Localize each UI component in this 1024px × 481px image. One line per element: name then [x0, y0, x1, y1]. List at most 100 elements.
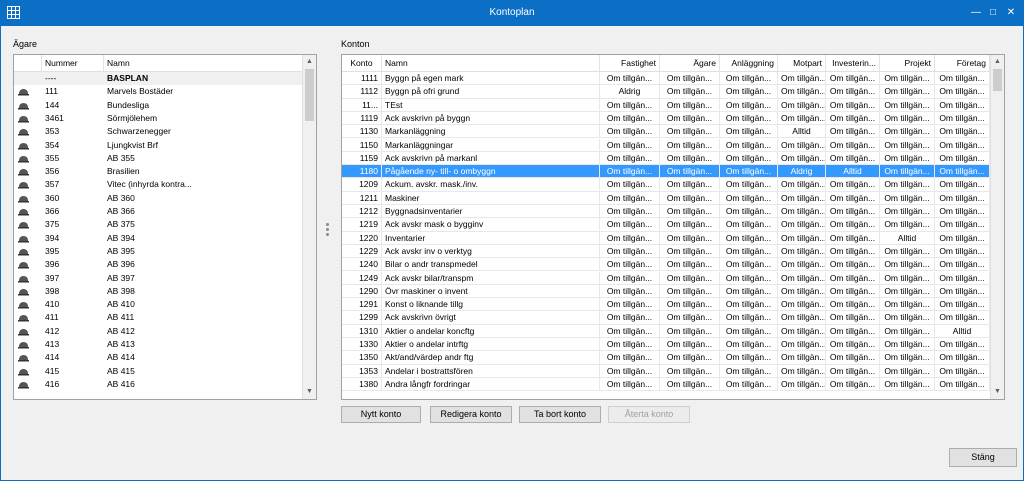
owner-row[interactable]: 398 AB 398 — [14, 285, 302, 298]
account-agare-value[interactable]: Om tillgän... — [660, 138, 720, 152]
maximize-button[interactable]: □ — [986, 6, 1000, 20]
account-anlaggning-value[interactable]: Om tillgän... — [720, 258, 778, 272]
account-motpart-value[interactable]: Om tillgän... — [778, 364, 826, 378]
account-row[interactable]: 1119 Ack avskrivn på byggn Om tillgän... Om… — [342, 111, 990, 126]
owner-row[interactable]: 411 AB 411 — [14, 311, 302, 324]
account-motpart-value[interactable]: Om tillgän... — [778, 284, 826, 299]
account-projekt-value[interactable]: Om tillgän... — [880, 85, 935, 99]
account-motpart-value[interactable]: Om tillgän... — [778, 138, 826, 152]
account-motpart-value[interactable]: Om tillgän... — [778, 271, 826, 285]
account-fastighet-value[interactable]: Om tillgän... — [600, 72, 660, 86]
account-foretag-value[interactable]: Om tillgän... — [935, 111, 990, 126]
owner-row[interactable]: 356 Brasilien — [14, 165, 302, 178]
account-foretag-value[interactable]: Om tillgän... — [935, 231, 990, 245]
owner-row[interactable]: 360 AB 360 — [14, 192, 302, 205]
owner-row[interactable]: 144 Bundesliga — [14, 99, 302, 112]
account-anlaggning-value[interactable]: Om tillgän... — [720, 338, 778, 352]
account-row[interactable]: 1220 Inventarier Om tillgän... Om tillgän..… — [342, 231, 990, 245]
account-motpart-value[interactable]: Om tillgän... — [778, 85, 826, 99]
accounts-col-projekt[interactable]: Projekt — [880, 55, 935, 71]
owner-row[interactable]: 396 AB 396 — [14, 258, 302, 271]
account-foretag-value[interactable]: Om tillgän... — [935, 271, 990, 285]
account-row[interactable]: 1112 Byggn på ofri grund Aldrig Om tillgän.… — [342, 85, 990, 99]
account-projekt-value[interactable]: Om tillgän... — [880, 191, 935, 205]
account-agare-value[interactable]: Om tillgän... — [660, 377, 720, 392]
accounts-col-motpart[interactable]: Motpart — [778, 55, 826, 71]
account-projekt-value[interactable]: Om tillgän... — [880, 284, 935, 299]
account-fastighet-value[interactable]: Om tillgän... — [600, 178, 660, 192]
account-motpart-value[interactable]: Om tillgän... — [778, 98, 826, 112]
owner-row[interactable]: 412 AB 412 — [14, 325, 302, 338]
account-investering-value[interactable]: Om tillgän... — [826, 351, 880, 365]
account-motpart-value[interactable]: Om tillgän... — [778, 338, 826, 352]
account-projekt-value[interactable]: Om tillgän... — [880, 244, 935, 259]
account-agare-value[interactable]: Om tillgän... — [660, 351, 720, 365]
account-fastighet-value[interactable]: Om tillgän... — [600, 351, 660, 365]
account-investering-value[interactable]: Om tillgän... — [826, 178, 880, 192]
account-motpart-value[interactable]: Om tillgän... — [778, 258, 826, 272]
account-anlaggning-value[interactable]: Om tillgän... — [720, 191, 778, 205]
owner-row[interactable]: 395 AB 395 — [14, 245, 302, 258]
account-motpart-value[interactable]: Om tillgän... — [778, 205, 826, 219]
account-motpart-value[interactable]: Om tillgän... — [778, 111, 826, 126]
account-investering-value[interactable]: Om tillgän... — [826, 271, 880, 285]
account-agare-value[interactable]: Om tillgän... — [660, 72, 720, 86]
account-motpart-value[interactable]: Aldrig — [778, 165, 826, 179]
owner-row[interactable]: 414 AB 414 — [14, 351, 302, 364]
account-projekt-value[interactable]: Om tillgän... — [880, 298, 935, 312]
account-anlaggning-value[interactable]: Om tillgän... — [720, 377, 778, 392]
account-projekt-value[interactable]: Om tillgän... — [880, 111, 935, 126]
account-projekt-value[interactable]: Om tillgän... — [880, 351, 935, 365]
owners-col-namn[interactable]: Namn — [104, 55, 302, 71]
account-fastighet-value[interactable]: Om tillgän... — [600, 311, 660, 325]
account-investering-value[interactable]: Om tillgän... — [826, 151, 880, 166]
owners-grid[interactable]: Nummer Namn ---- BASPLAN 111 Marvels Bostäd… — [13, 54, 317, 400]
accounts-col-agare[interactable]: Ägare — [660, 55, 720, 71]
account-agare-value[interactable]: Om tillgän... — [660, 364, 720, 378]
account-foretag-value[interactable]: Om tillgän... — [935, 351, 990, 365]
account-foretag-value[interactable]: Om tillgän... — [935, 191, 990, 205]
account-fastighet-value[interactable]: Om tillgän... — [600, 191, 660, 205]
account-foretag-value[interactable]: Om tillgän... — [935, 364, 990, 378]
account-anlaggning-value[interactable]: Om tillgän... — [720, 111, 778, 126]
account-fastighet-value[interactable]: Om tillgän... — [600, 338, 660, 352]
account-projekt-value[interactable]: Om tillgän... — [880, 165, 935, 179]
account-fastighet-value[interactable]: Om tillgän... — [600, 138, 660, 152]
account-investering-value[interactable]: Om tillgän... — [826, 258, 880, 272]
owner-row[interactable]: 415 AB 415 — [14, 365, 302, 378]
account-fastighet-value[interactable]: Om tillgän... — [600, 111, 660, 126]
owner-row[interactable]: 366 AB 366 — [14, 205, 302, 218]
account-motpart-value[interactable]: Om tillgän... — [778, 377, 826, 392]
scroll-up-icon[interactable]: ▲ — [991, 56, 1004, 68]
accounts-grid[interactable]: Konto Namn Fastighet Ägare Anläggning Motpart… — [341, 54, 1005, 400]
account-foretag-value[interactable]: Om tillgän... — [935, 138, 990, 152]
account-projekt-value[interactable]: Alltid — [880, 231, 935, 245]
account-investering-value[interactable]: Om tillgän... — [826, 377, 880, 392]
account-row[interactable]: 1211 Maskiner Om tillgän... Om tillgän... Om… — [342, 191, 990, 205]
account-anlaggning-value[interactable]: Om tillgän... — [720, 151, 778, 166]
scroll-up-icon[interactable]: ▲ — [303, 56, 316, 68]
account-fastighet-value[interactable]: Aldrig — [600, 85, 660, 99]
account-fastighet-value[interactable]: Om tillgän... — [600, 165, 660, 179]
account-projekt-value[interactable]: Om tillgän... — [880, 151, 935, 166]
account-fastighet-value[interactable]: Om tillgän... — [600, 377, 660, 392]
account-investering-value[interactable]: Om tillgän... — [826, 205, 880, 219]
account-fastighet-value[interactable]: Om tillgän... — [600, 298, 660, 312]
account-row[interactable]: 1350 Akt/and/värdep andr ftg Om tillgän...… — [342, 351, 990, 365]
splitter-handle[interactable] — [326, 223, 330, 238]
account-investering-value[interactable]: Om tillgän... — [826, 191, 880, 205]
account-anlaggning-value[interactable]: Om tillgän... — [720, 271, 778, 285]
account-motpart-value[interactable]: Om tillgän... — [778, 351, 826, 365]
owner-row[interactable]: 353 Schwarzenegger — [14, 125, 302, 138]
account-fastighet-value[interactable]: Om tillgän... — [600, 218, 660, 232]
owner-row[interactable]: 410 AB 410 — [14, 298, 302, 311]
account-foretag-value[interactable]: Om tillgän... — [935, 125, 990, 139]
edit-account-button[interactable]: Redigera konto — [430, 406, 512, 423]
account-agare-value[interactable]: Om tillgän... — [660, 178, 720, 192]
account-row[interactable]: 1150 Markanläggningar Om tillgän... Om till… — [342, 138, 990, 152]
account-row[interactable]: 1310 Aktier o andelar koncftg Om tillgän..… — [342, 324, 990, 338]
account-fastighet-value[interactable]: Om tillgän... — [600, 324, 660, 338]
owner-row[interactable]: 375 AB 375 — [14, 218, 302, 231]
account-fastighet-value[interactable]: Om tillgän... — [600, 151, 660, 166]
account-investering-value[interactable]: Om tillgän... — [826, 72, 880, 86]
